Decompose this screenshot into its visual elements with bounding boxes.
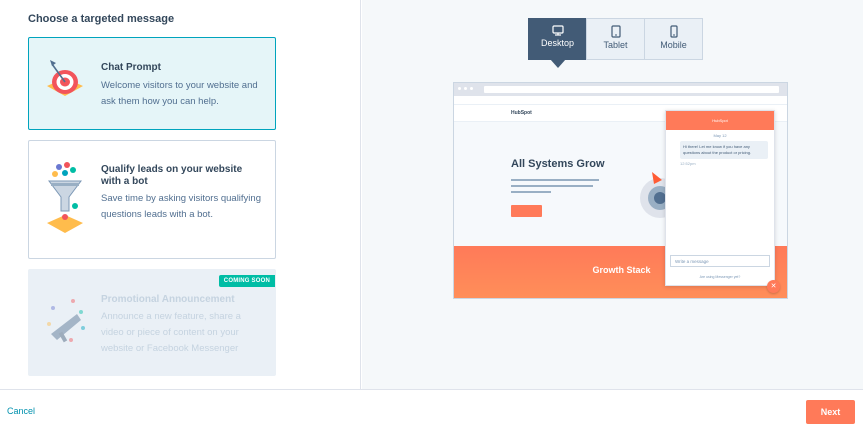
card-title: Qualify leads on your website with a bot [101,164,243,187]
footer-bar: Cancel Next [0,389,863,429]
chat-header: HubSpot [666,111,774,130]
card-description: Welcome visitors to your website and ask… [101,80,258,107]
chat-input: Write a message [670,255,770,267]
tab-label: Desktop [540,38,575,48]
card-description: Save time by asking visitors qualifying … [101,193,261,220]
tab-label: Tablet [603,40,628,50]
chat-time: 12:52pm [680,161,696,166]
tab-label: Mobile [660,40,687,50]
chat-widget-preview: HubSpot May 12 Hi there! Let me know if … [665,110,775,286]
chat-date: May 12 [713,133,727,138]
browser-bar [454,83,787,96]
top-strip [454,96,787,105]
funnel-icon [43,161,87,242]
preview-panel: Desktop Tablet Mobile HubSpot All System… [362,0,863,389]
panel-heading: Choose a targeted message [28,13,175,25]
monitor-icon [551,25,564,36]
card-title: Promotional Announcement [101,294,235,305]
chat-prompt-card[interactable]: Chat Prompt Welcome visitors to your web… [28,37,276,130]
device-tabs: Desktop Tablet Mobile [528,18,703,68]
close-icon: ✕ [767,280,780,293]
tab-tablet[interactable]: Tablet [586,18,645,60]
card-description: Announce a new feature, share a video or… [101,311,241,354]
chat-message: Hi there! Let me know if you have any qu… [680,141,768,159]
promotional-announcement-card: COMING SOON Promotional Announcement Ann… [28,269,276,376]
hero-line [511,179,599,181]
hero-title: All Systems Grow [511,158,605,170]
card-title: Chat Prompt [101,62,161,73]
chat-powered-by: Are using Messenger yet? [699,275,741,279]
target-icon [43,56,87,109]
left-panel: Choose a targeted message Chat Prompt We… [0,0,361,389]
mobile-icon [669,25,678,38]
tab-mobile[interactable]: Mobile [644,18,703,60]
hero-line [511,185,593,187]
tablet-icon [610,25,621,38]
megaphone-icon [43,296,89,351]
window-dots [458,87,473,90]
next-button[interactable]: Next [806,400,855,424]
hero-cta-button [511,205,542,217]
tab-desktop[interactable]: Desktop [528,18,587,68]
website-preview: HubSpot All Systems Grow Growth Stack Hu… [453,82,788,299]
coming-soon-badge: COMING SOON [218,275,275,287]
address-bar [484,86,779,93]
site-logo: HubSpot [511,110,532,116]
qualify-leads-card[interactable]: Qualify leads on your website with a bot… [28,140,276,259]
hero-line [511,191,551,193]
cancel-button[interactable]: Cancel [7,406,35,416]
